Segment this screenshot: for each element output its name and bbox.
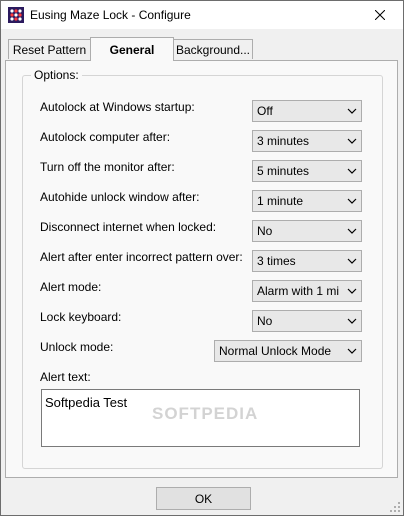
close-button[interactable] <box>357 1 403 29</box>
select-value: 5 minutes <box>257 164 310 178</box>
tab-background[interactable]: Background... <box>173 39 253 59</box>
alert-text-label: Alert text: <box>40 370 91 384</box>
monitor-off-label: Turn off the monitor after: <box>40 160 175 174</box>
autohide-select[interactable]: 1 minute <box>252 190 362 212</box>
chevron-down-icon <box>347 288 357 294</box>
autolock-after-label: Autolock computer after: <box>40 130 171 144</box>
options-group-label: Options: <box>31 68 82 82</box>
lock-keyboard-label: Lock keyboard: <box>40 310 122 324</box>
resize-grip-icon[interactable] <box>389 501 401 513</box>
alert-text-input[interactable]: Softpedia Test <box>41 389 360 447</box>
chevron-down-icon <box>347 318 357 324</box>
select-value: Alarm with 1 mi <box>257 284 340 298</box>
chevron-down-icon <box>347 168 357 174</box>
title-bar: Eusing Maze Lock - Configure <box>1 1 403 29</box>
close-icon <box>375 10 385 20</box>
ok-button[interactable]: OK <box>156 487 251 510</box>
tab-label: Background... <box>175 42 251 57</box>
tab-strip: Reset Pattern General Background... <box>1 37 403 61</box>
chevron-down-icon <box>347 138 357 144</box>
chevron-down-icon <box>347 198 357 204</box>
select-value: Normal Unlock Mode <box>219 344 332 358</box>
tab-reset-pattern[interactable]: Reset Pattern <box>8 39 91 59</box>
unlock-mode-label: Unlock mode: <box>40 340 114 354</box>
tab-general[interactable]: General <box>90 37 174 61</box>
select-value: 1 minute <box>257 194 304 208</box>
window-title: Eusing Maze Lock - Configure <box>30 8 191 22</box>
select-value: 3 minutes <box>257 134 310 148</box>
unlock-mode-select[interactable]: Normal Unlock Mode <box>214 340 362 362</box>
alert-mode-select[interactable]: Alarm with 1 mi <box>252 280 362 302</box>
disconnect-internet-label: Disconnect internet when locked: <box>40 220 217 234</box>
chevron-down-icon <box>347 258 357 264</box>
maze-lock-icon <box>8 7 24 23</box>
chevron-down-icon <box>347 348 357 354</box>
select-value: Off <box>257 104 273 118</box>
general-panel: Options: Autolock at Windows startup: Au… <box>5 60 398 478</box>
select-value: No <box>257 314 273 328</box>
lock-keyboard-select[interactable]: No <box>252 310 362 332</box>
select-value: No <box>257 224 273 238</box>
alert-mode-label: Alert mode: <box>40 280 102 294</box>
autolock-startup-select[interactable]: Off <box>252 100 362 122</box>
autolock-startup-label: Autolock at Windows startup: <box>40 100 195 114</box>
chevron-down-icon <box>347 108 357 114</box>
autolock-after-select[interactable]: 3 minutes <box>252 130 362 152</box>
autohide-label: Autohide unlock window after: <box>40 190 200 204</box>
tab-label: Reset Pattern <box>12 42 87 57</box>
chevron-down-icon <box>347 228 357 234</box>
tab-label: General <box>109 42 155 57</box>
disconnect-internet-select[interactable]: No <box>252 220 362 242</box>
alert-after-label: Alert after enter incorrect pattern over… <box>40 250 243 264</box>
select-value: 3 times <box>257 254 296 268</box>
alert-after-select[interactable]: 3 times <box>252 250 362 272</box>
configure-window: Eusing Maze Lock - Configure Reset Patte… <box>0 0 404 516</box>
monitor-off-select[interactable]: 5 minutes <box>252 160 362 182</box>
